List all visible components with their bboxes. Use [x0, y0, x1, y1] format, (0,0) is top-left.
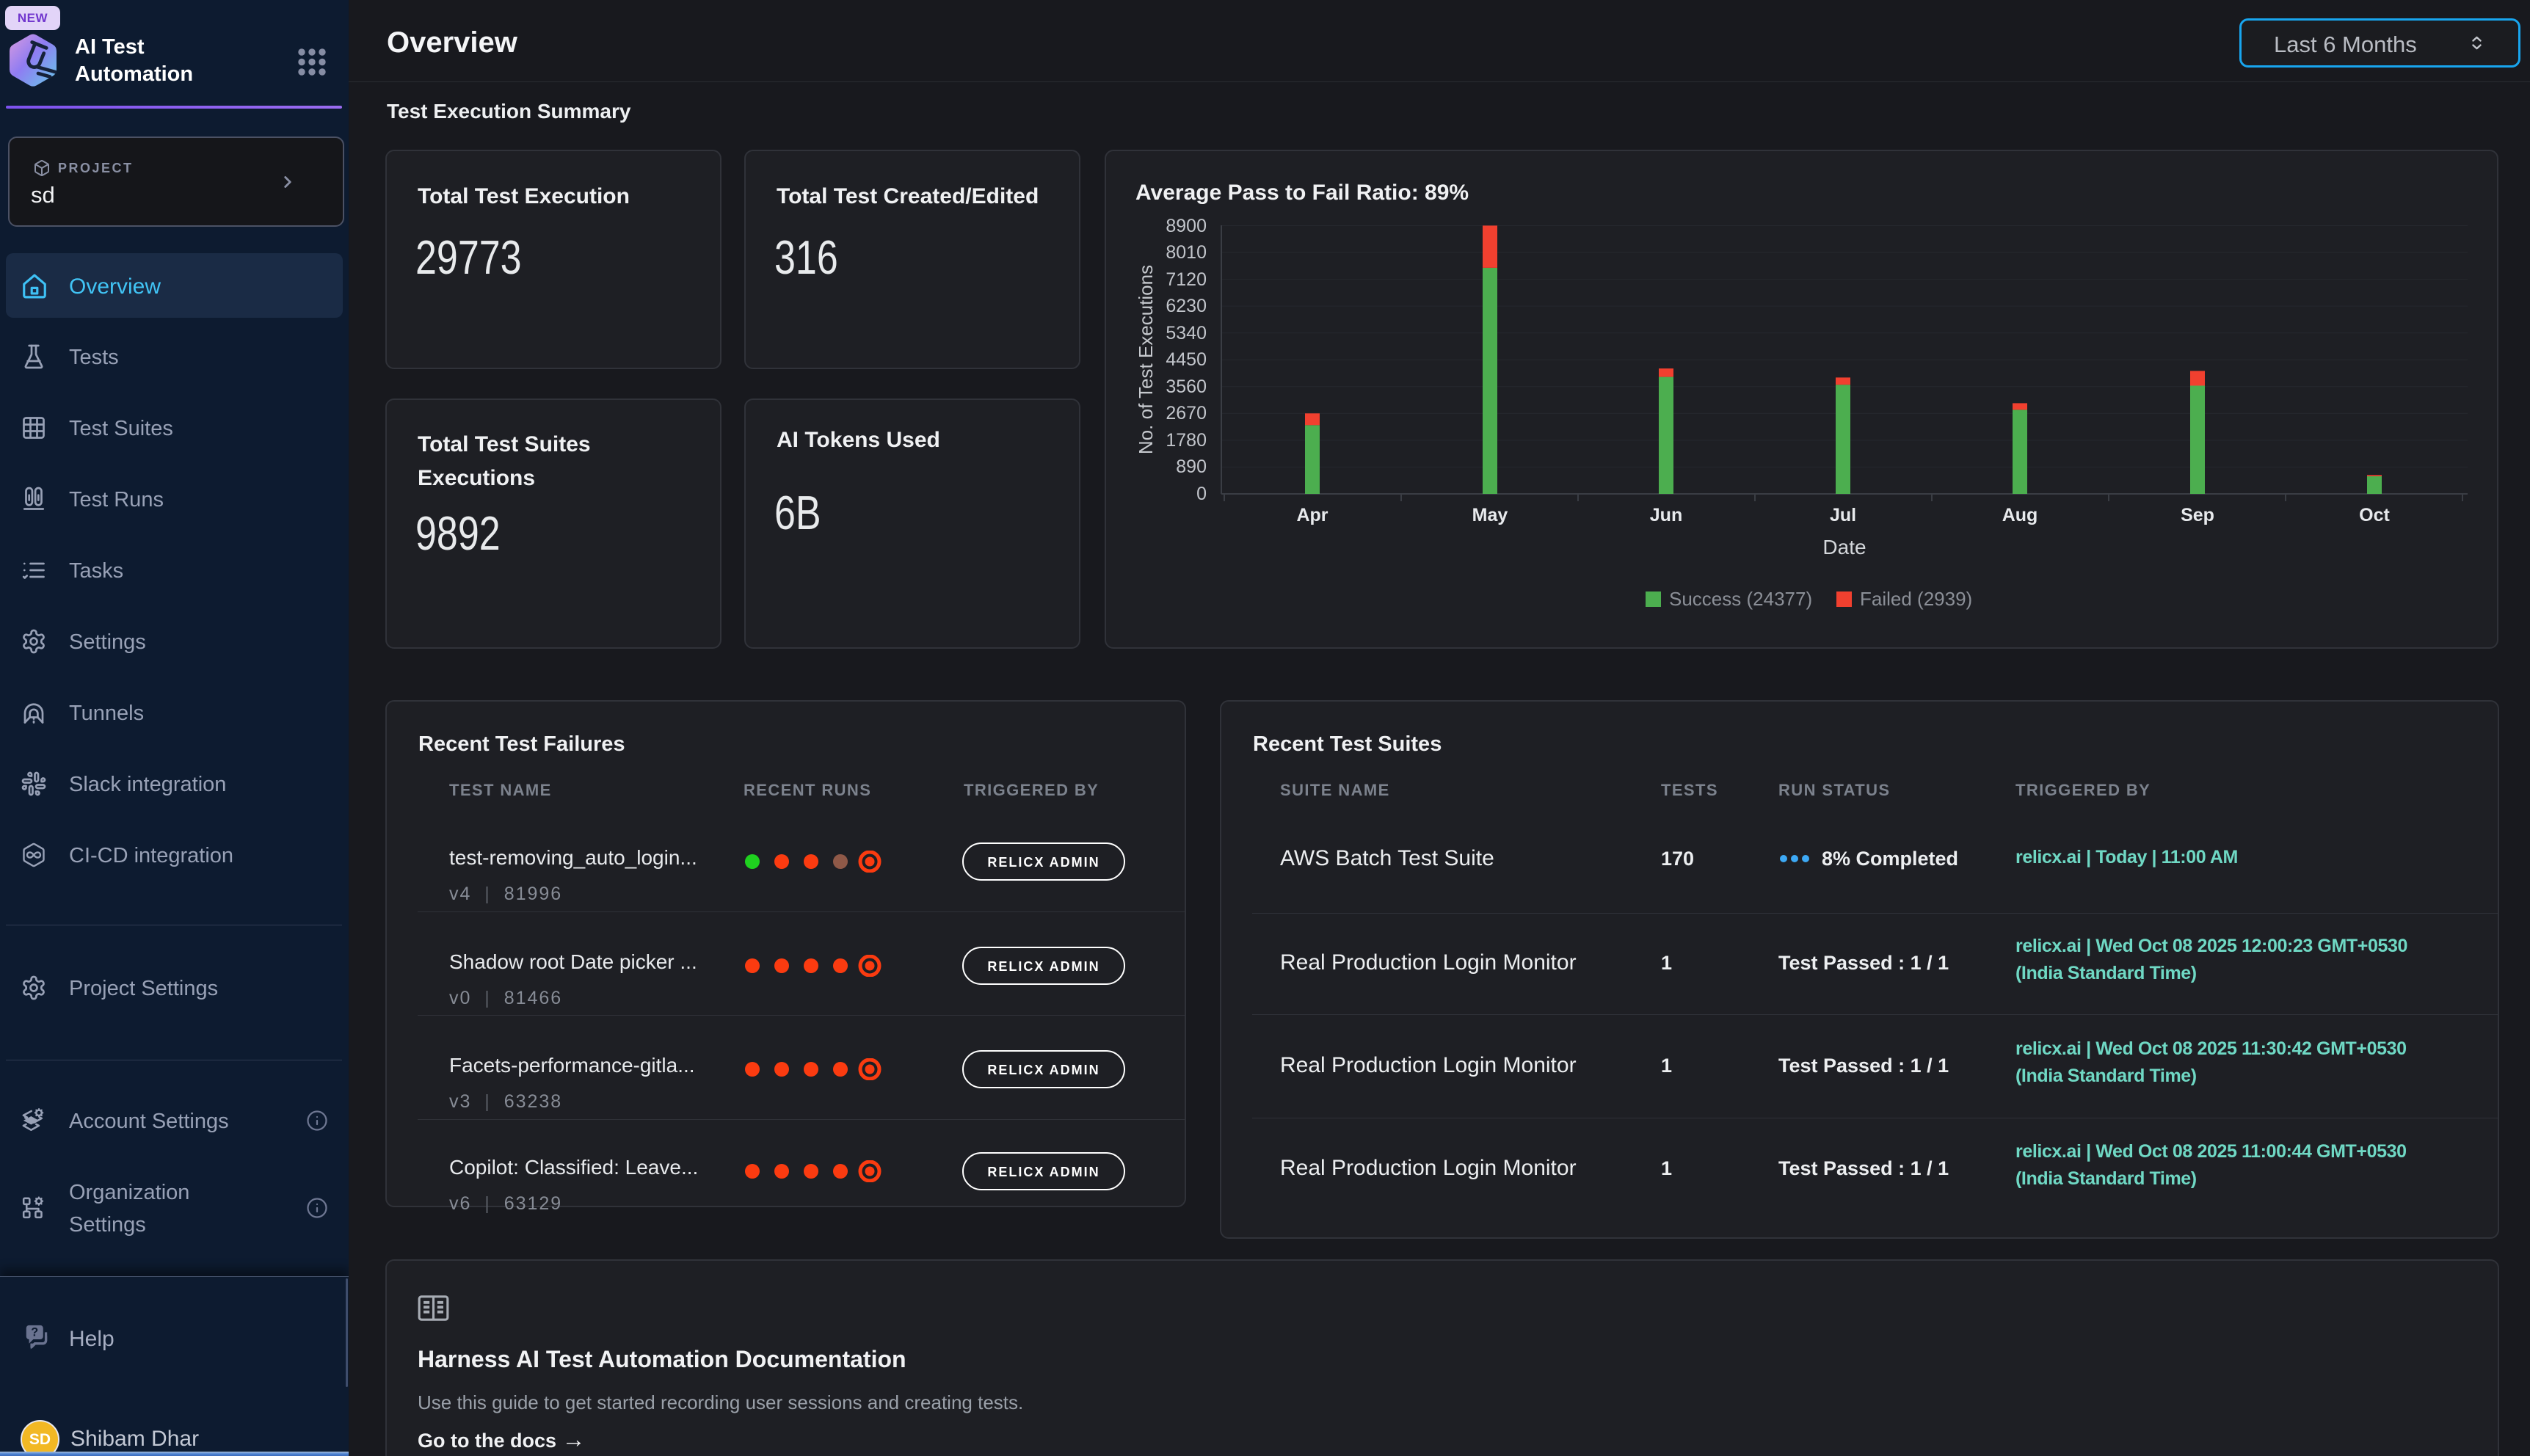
svg-text:?: ?: [31, 1326, 38, 1339]
svg-text:3560: 3560: [1166, 376, 1207, 397]
svg-text:May: May: [1472, 505, 1508, 525]
svg-text:Sep: Sep: [2181, 505, 2214, 525]
svg-text:0: 0: [1196, 484, 1207, 504]
svg-text:1780: 1780: [1166, 430, 1207, 451]
svg-text:Success (24377): Success (24377): [1669, 588, 1812, 610]
svg-text:No. of Test Executions: No. of Test Executions: [1135, 265, 1157, 454]
svg-text:Apr: Apr: [1296, 505, 1328, 525]
svg-text:7120: 7120: [1166, 269, 1207, 290]
svg-text:5340: 5340: [1166, 323, 1207, 343]
svg-text:Date: Date: [1822, 536, 1866, 558]
svg-text:Jul: Jul: [1830, 505, 1856, 525]
svg-text:6230: 6230: [1166, 296, 1207, 316]
svg-text:Aug: Aug: [2002, 505, 2038, 525]
svg-text:Jun: Jun: [1650, 505, 1682, 525]
svg-text:Oct: Oct: [2359, 505, 2390, 525]
svg-text:8900: 8900: [1166, 216, 1207, 236]
svg-text:890: 890: [1176, 456, 1207, 477]
svg-text:Failed (2939): Failed (2939): [1860, 588, 1972, 610]
svg-text:4450: 4450: [1166, 349, 1207, 370]
svg-text:8010: 8010: [1166, 242, 1207, 263]
svg-text:2670: 2670: [1166, 403, 1207, 423]
